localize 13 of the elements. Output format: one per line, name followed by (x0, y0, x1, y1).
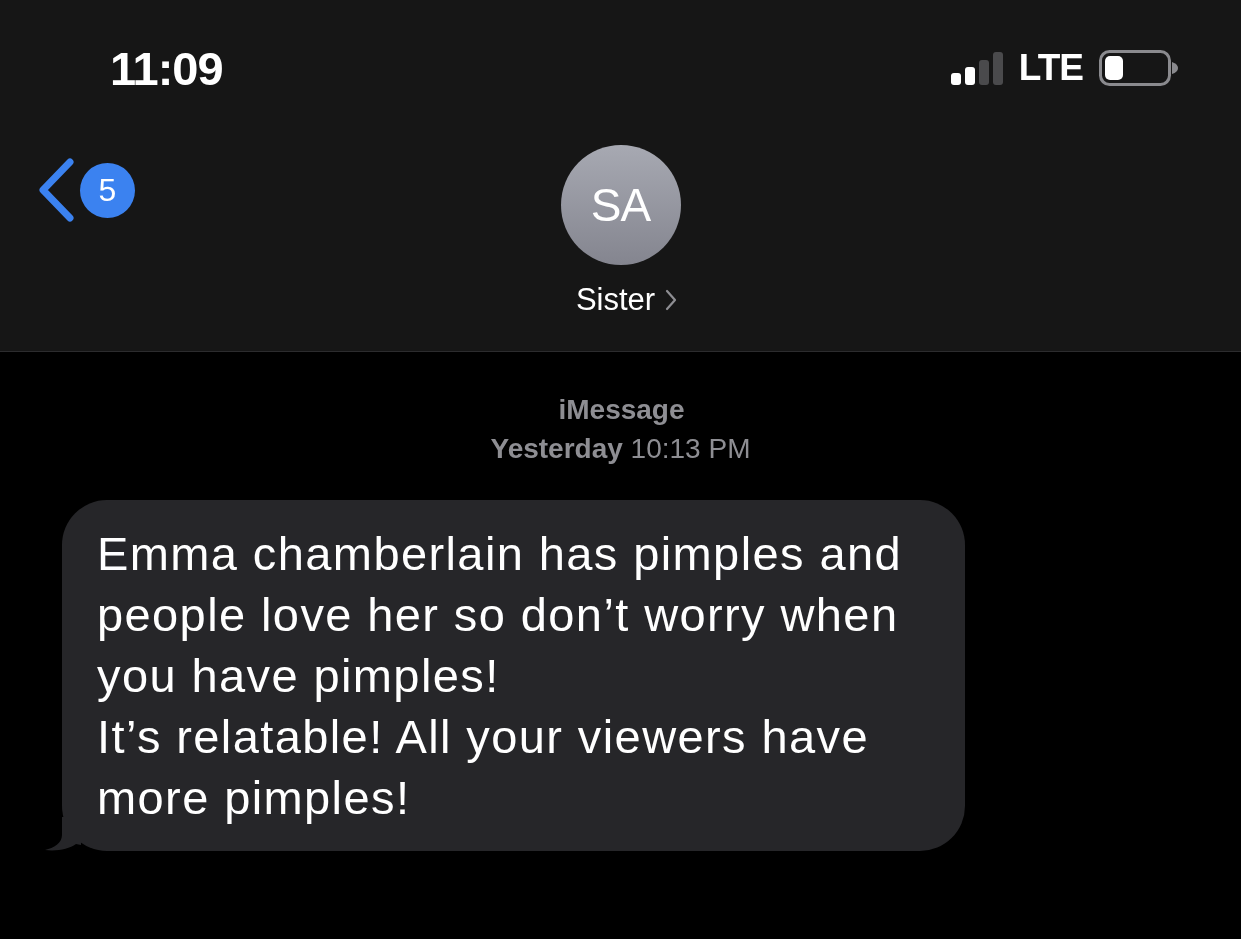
network-type: LTE (1018, 47, 1083, 89)
contact-avatar[interactable]: SA (560, 145, 681, 265)
unread-count-badge: 5 (80, 162, 135, 218)
contact-name-link[interactable]: Sister (575, 282, 678, 318)
back-chevron-icon (38, 158, 74, 222)
timestamp: Yesterday 10:13 PM (490, 432, 751, 466)
back-button[interactable]: 5 (38, 158, 135, 222)
chevron-icon (665, 289, 678, 311)
service-label: iMessage (558, 393, 685, 427)
status-time: 11:09 (110, 40, 223, 96)
signal-icon (950, 51, 1005, 85)
battery-icon (1099, 50, 1178, 86)
message-text: Emma chamberlain has pimples and people love her so don’t worry when you have pimples! It’s relatable! All your viewers have more pimples! (97, 526, 903, 826)
